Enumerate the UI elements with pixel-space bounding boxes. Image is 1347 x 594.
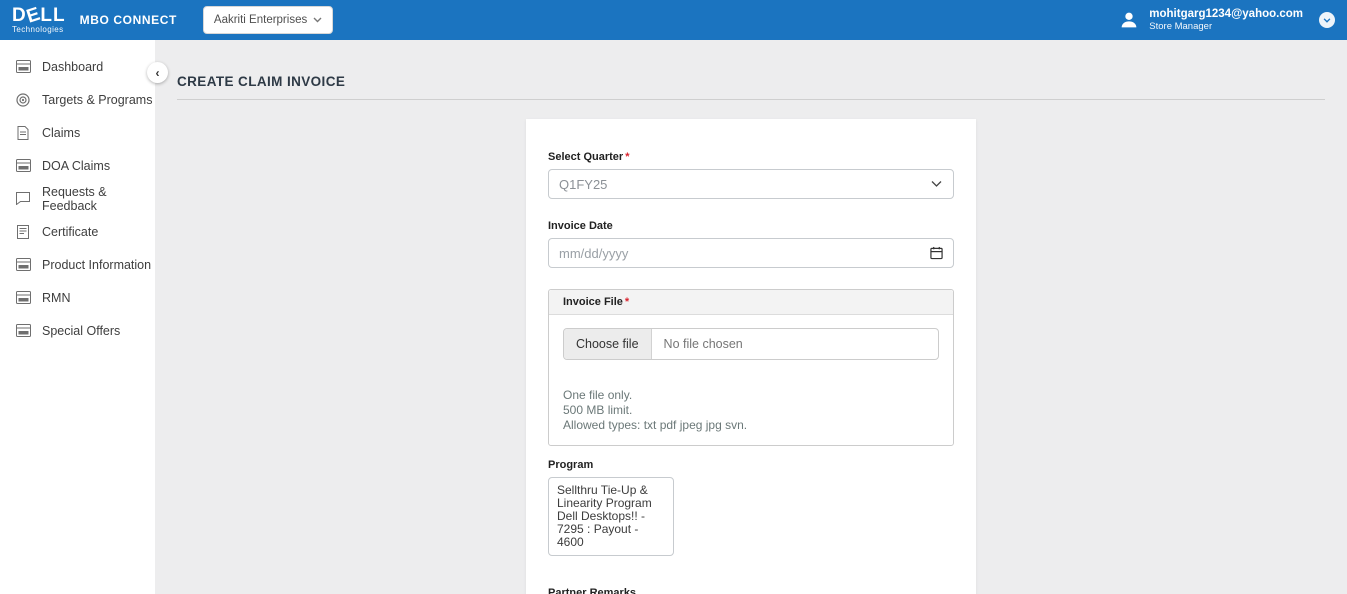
invoice-date-field: Invoice Date [548, 220, 954, 268]
sidebar-item-rmn[interactable]: RMN [0, 281, 155, 314]
page-title: CREATE CLAIM INVOICE [177, 74, 1325, 89]
dell-logo-subtext: Technologies [12, 26, 66, 34]
app-window: DELL Technologies MBO CONNECT Aakriti En… [0, 0, 1347, 594]
invoice-file-input[interactable]: Choose file No file chosen [563, 328, 939, 360]
help-line: Allowed types: txt pdf jpeg jpg svn. [563, 418, 939, 433]
chevron-down-icon [931, 181, 942, 188]
program-field: Program Sellthru Tie-Up & Linearity Prog… [548, 459, 954, 556]
main-content: CREATE CLAIM INVOICE Select Quarter* Q1F… [155, 40, 1347, 594]
partner-remarks-label: Partner Remarks [548, 587, 954, 594]
user-email: mohitgarg1234@yahoo.com [1149, 7, 1303, 21]
required-asterisk: * [625, 151, 629, 163]
invoice-date-input[interactable] [549, 239, 953, 267]
user-avatar-icon [1118, 9, 1140, 31]
store-selector-button[interactable]: Aakriti Enterprises [203, 6, 333, 34]
help-line: 500 MB limit. [563, 403, 939, 418]
quarter-selected-value: Q1FY25 [559, 177, 607, 192]
dashboard-icon [15, 158, 31, 174]
sidebar-item-dashboard[interactable]: Dashboard [0, 50, 155, 83]
quarter-label: Select Quarter* [548, 151, 954, 163]
sidebar-item-label: Requests & Feedback [42, 185, 155, 213]
invoice-file-label: Invoice File* [549, 290, 953, 315]
invoice-date-box [548, 238, 954, 268]
sidebar-item-label: Targets & Programs [42, 93, 152, 107]
sidebar-item-certificate[interactable]: Certificate [0, 215, 155, 248]
quarter-field: Select Quarter* Q1FY25 [548, 151, 954, 199]
dashboard-icon [15, 290, 31, 306]
program-option[interactable]: Sellthru Tie-Up & Linearity Program Dell… [557, 483, 652, 549]
help-line: One file only. [563, 388, 939, 403]
sidebar-item-product-information[interactable]: Product Information [0, 248, 155, 281]
quarter-select[interactable]: Q1FY25 [548, 169, 954, 199]
chevron-down-icon [1323, 18, 1331, 23]
dashboard-icon [15, 323, 31, 339]
dell-logo-text: DELL [12, 6, 66, 25]
chevron-down-icon [313, 17, 322, 23]
sidebar-item-claims[interactable]: Claims [0, 116, 155, 149]
user-menu-caret-button[interactable] [1319, 12, 1335, 28]
target-icon [15, 92, 31, 108]
sidebar-item-special-offers[interactable]: Special Offers [0, 314, 155, 347]
sidebar-item-label: Special Offers [42, 324, 120, 338]
app-title: MBO CONNECT [80, 13, 177, 27]
top-header: DELL Technologies MBO CONNECT Aakriti En… [0, 0, 1347, 40]
sidebar-item-label: DOA Claims [42, 159, 110, 173]
dashboard-icon [15, 257, 31, 273]
title-divider [177, 99, 1325, 100]
program-label: Program [548, 459, 954, 471]
sidebar-item-targets-programs[interactable]: Targets & Programs [0, 83, 155, 116]
sidebar-item-label: Claims [42, 126, 80, 140]
sidebar-item-label: Certificate [42, 225, 98, 239]
claim-invoice-form: Select Quarter* Q1FY25 Invoice Date [526, 119, 976, 594]
user-menu[interactable]: mohitgarg1234@yahoo.com Store Manager [1118, 7, 1303, 33]
dell-logo[interactable]: DELL Technologies [12, 6, 66, 34]
user-role: Store Manager [1149, 21, 1303, 33]
calendar-icon[interactable] [930, 247, 943, 260]
program-listbox[interactable]: Sellthru Tie-Up & Linearity Program Dell… [548, 477, 674, 556]
required-asterisk: * [625, 296, 629, 308]
store-selector-label: Aakriti Enterprises [214, 14, 307, 26]
sidebar-item-label: RMN [42, 291, 70, 305]
invoice-date-label: Invoice Date [548, 220, 954, 232]
document-icon [15, 125, 31, 141]
sidebar-item-label: Product Information [42, 258, 151, 272]
chat-bubble-icon [15, 191, 31, 207]
sidebar-item-requests-feedback[interactable]: Requests & Feedback [0, 182, 155, 215]
certificate-icon [15, 224, 31, 240]
sidebar: Dashboard Targets & Programs Claims DOA … [0, 40, 155, 594]
file-upload-help: One file only. 500 MB limit. Allowed typ… [563, 388, 939, 433]
sidebar-item-label: Dashboard [42, 60, 103, 74]
choose-file-button[interactable]: Choose file [564, 329, 652, 359]
sidebar-collapse-button[interactable]: ‹ [147, 62, 168, 83]
no-file-chosen-text: No file chosen [664, 337, 743, 351]
invoice-file-fieldset: Invoice File* Choose file No file chosen… [548, 289, 954, 446]
dashboard-icon [15, 59, 31, 75]
sidebar-item-doa-claims[interactable]: DOA Claims [0, 149, 155, 182]
partner-remarks-field: Partner Remarks [548, 587, 954, 594]
